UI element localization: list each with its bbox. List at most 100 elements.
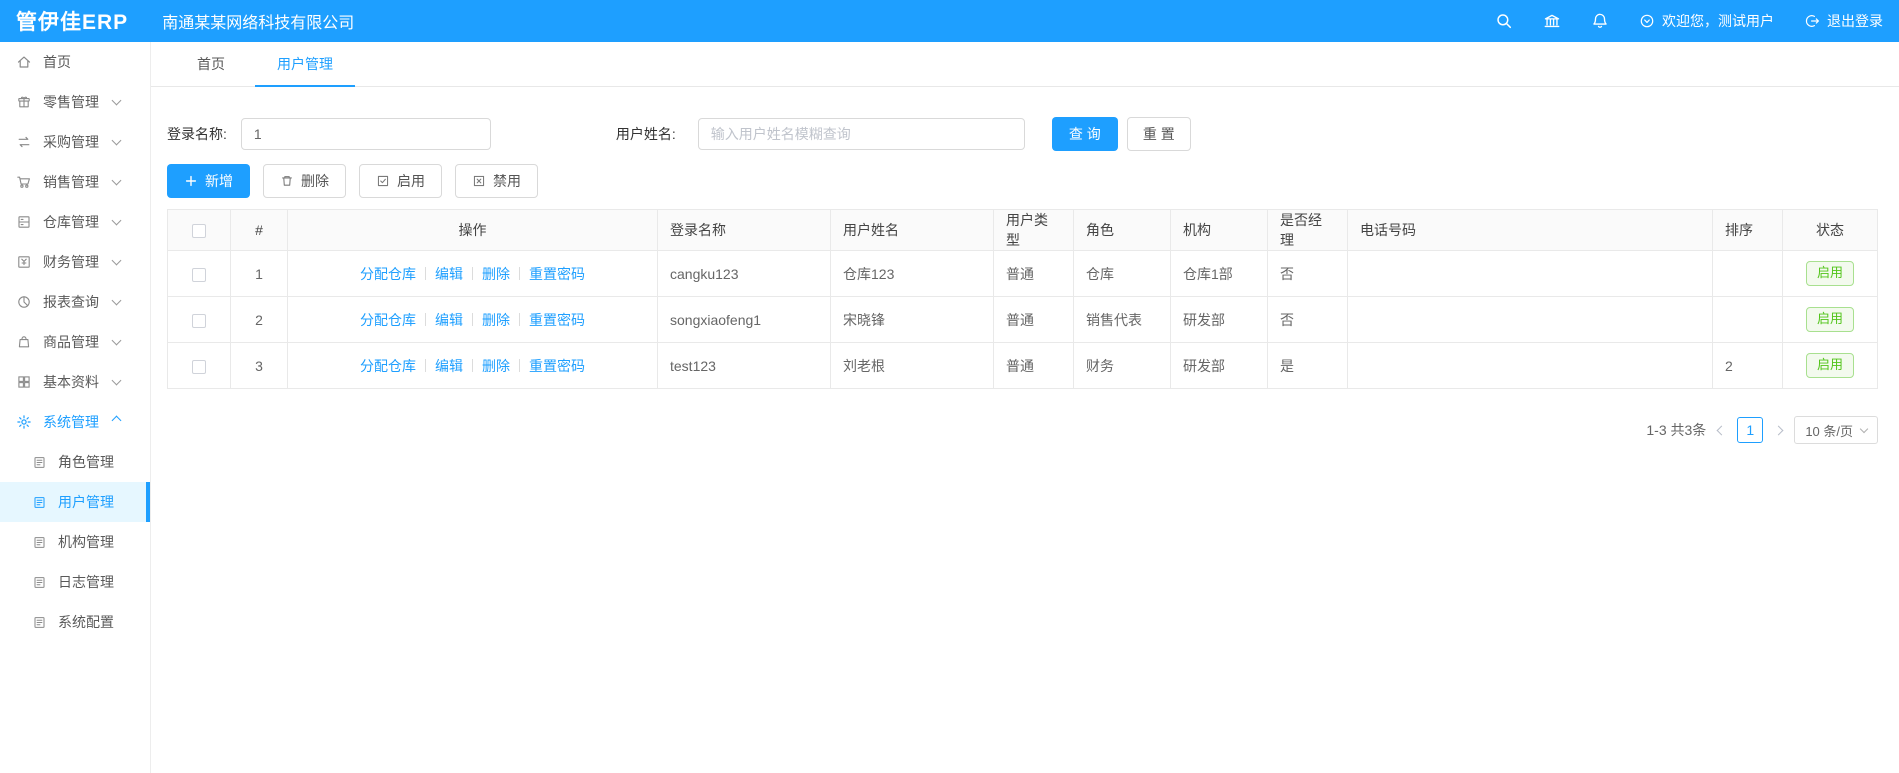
delete-button-label: 删除 — [301, 173, 329, 189]
sidebar-subitem-user[interactable]: 用户管理 — [0, 482, 150, 522]
cell-index: 1 — [230, 250, 288, 297]
cell-role: 财务 — [1073, 342, 1171, 389]
chevron-down-icon — [111, 335, 122, 346]
cell-name: 仓库123 — [830, 250, 994, 297]
row-actions: 分配仓库 编辑 删除 重置密码 — [288, 310, 657, 330]
cell-org: 研发部 — [1170, 342, 1268, 389]
bell-icon[interactable] — [1591, 12, 1609, 30]
table-row: 3 分配仓库 编辑 删除 重置密码 test123 刘老根 普通 财务 研发部 … — [167, 342, 1878, 389]
assign-warehouse-link[interactable]: 分配仓库 — [360, 356, 416, 376]
tab-home[interactable]: 首页 — [171, 42, 251, 86]
sidebar-item-system[interactable]: 系统管理 — [0, 402, 150, 442]
user-name-input[interactable] — [697, 118, 1025, 150]
edit-link[interactable]: 编辑 — [435, 356, 463, 376]
sidebar-item-label: 首页 — [43, 54, 71, 70]
next-page-button[interactable] — [1773, 425, 1784, 435]
sidebar-subitem-role[interactable]: 角色管理 — [0, 442, 150, 482]
logout-icon — [1805, 15, 1819, 27]
sidebar-item-goods[interactable]: 商品管理 — [0, 322, 150, 362]
login-name-input[interactable] — [240, 118, 491, 150]
delete-link[interactable]: 删除 — [482, 356, 510, 376]
sidebar-item-label: 零售管理 — [43, 94, 99, 110]
cell-org: 研发部 — [1170, 296, 1268, 343]
sidebar-subitem-label: 日志管理 — [58, 574, 114, 590]
document-icon — [32, 575, 47, 590]
sidebar-item-basedata[interactable]: 基本资料 — [0, 362, 150, 402]
money-icon — [16, 254, 32, 270]
col-header-role: 角色 — [1073, 209, 1171, 251]
prev-page-button[interactable] — [1716, 425, 1727, 435]
row-checkbox[interactable] — [192, 313, 206, 328]
user-menu[interactable]: 欢迎您，测试用户 — [1639, 11, 1774, 31]
cell-name: 宋晓锋 — [830, 296, 994, 343]
sidebar-item-retail[interactable]: 零售管理 — [0, 82, 150, 122]
topbar-actions: 欢迎您，测试用户 退出登录 — [1495, 11, 1899, 31]
erp-app: 管伊佳ERP 南通某某网络科技有限公司 欢迎您，测试用户 退出登录 首页 零售管… — [0, 0, 1899, 773]
bank-icon[interactable] — [1543, 12, 1561, 30]
col-header-index: # — [230, 209, 288, 251]
status-badge: 启用 — [1805, 307, 1854, 332]
sidebar-item-sales[interactable]: 销售管理 — [0, 162, 150, 202]
cell-login: cangku123 — [657, 250, 831, 297]
row-checkbox[interactable] — [192, 267, 206, 282]
delete-button[interactable]: 删除 — [263, 164, 346, 198]
query-button[interactable]: 查 询 — [1051, 117, 1118, 151]
reset-button[interactable]: 重 置 — [1126, 117, 1191, 151]
main-area: 首页 用户管理 登录名称: 用户姓名: 查 询 重 置 新增 — [151, 42, 1899, 773]
edit-link[interactable]: 编辑 — [435, 264, 463, 284]
home-icon — [16, 54, 32, 70]
logout-button[interactable]: 退出登录 — [1804, 11, 1883, 31]
user-circle-chevron-icon — [1640, 14, 1654, 28]
status-badge: 启用 — [1805, 353, 1854, 378]
delete-link[interactable]: 删除 — [482, 310, 510, 330]
user-table: # 操作 登录名称 用户姓名 用户类型 角色 机构 是否经理 电话号码 排序 状… — [167, 209, 1878, 389]
divider — [519, 359, 520, 372]
sidebar-subitem-config[interactable]: 系统配置 — [0, 602, 150, 642]
row-checkbox[interactable] — [192, 359, 206, 374]
sidebar-subitem-log[interactable]: 日志管理 — [0, 562, 150, 602]
sidebar-subitem-label: 系统配置 — [58, 614, 114, 630]
assign-warehouse-link[interactable]: 分配仓库 — [360, 310, 416, 330]
chevron-right-icon — [1773, 425, 1784, 435]
sidebar-item-label: 系统管理 — [43, 414, 99, 430]
disable-button[interactable]: 禁用 — [455, 164, 538, 198]
document-icon — [32, 615, 47, 630]
sidebar-subitem-label: 机构管理 — [58, 534, 114, 550]
sidebar-item-report[interactable]: 报表查询 — [0, 282, 150, 322]
chevron-down-icon — [111, 175, 122, 186]
edit-link[interactable]: 编辑 — [435, 310, 463, 330]
cell-index: 2 — [230, 296, 288, 343]
document-icon — [32, 535, 47, 550]
cell-manager: 否 — [1267, 250, 1348, 297]
reset-password-link[interactable]: 重置密码 — [529, 264, 585, 284]
reset-password-link[interactable]: 重置密码 — [529, 356, 585, 376]
page-button-1[interactable]: 1 — [1737, 417, 1764, 443]
sidebar-item-home[interactable]: 首页 — [0, 42, 150, 82]
sidebar-item-purchase[interactable]: 采购管理 — [0, 122, 150, 162]
cell-login: songxiaofeng1 — [657, 296, 831, 343]
table-header-row: # 操作 登录名称 用户姓名 用户类型 角色 机构 是否经理 电话号码 排序 状… — [167, 209, 1878, 251]
chevron-down-icon — [111, 375, 122, 386]
delete-link[interactable]: 删除 — [482, 264, 510, 284]
x-square-icon — [473, 175, 485, 187]
row-actions: 分配仓库 编辑 删除 重置密码 — [288, 264, 657, 284]
page-size-value: 10 条/页 — [1805, 423, 1853, 439]
assign-warehouse-link[interactable]: 分配仓库 — [360, 264, 416, 284]
search-icon[interactable] — [1495, 12, 1513, 30]
add-button[interactable]: 新增 — [167, 164, 250, 198]
cell-sort — [1712, 250, 1783, 297]
sidebar-item-warehouse[interactable]: 仓库管理 — [0, 202, 150, 242]
col-header-sort: 排序 — [1712, 209, 1783, 251]
col-header-name: 用户姓名 — [830, 209, 994, 251]
sidebar-subitem-org[interactable]: 机构管理 — [0, 522, 150, 562]
tab-user-management[interactable]: 用户管理 — [251, 42, 359, 87]
reset-password-link[interactable]: 重置密码 — [529, 310, 585, 330]
welcome-text: 欢迎您，测试用户 — [1662, 13, 1774, 29]
sidebar-item-finance[interactable]: 财务管理 — [0, 242, 150, 282]
enable-button[interactable]: 启用 — [359, 164, 442, 198]
col-header-type: 用户类型 — [993, 209, 1074, 251]
chevron-down-icon — [111, 95, 122, 106]
page-size-select[interactable]: 10 条/页 — [1794, 416, 1878, 444]
select-all-checkbox[interactable] — [192, 224, 206, 239]
col-header-status: 状态 — [1782, 209, 1878, 251]
